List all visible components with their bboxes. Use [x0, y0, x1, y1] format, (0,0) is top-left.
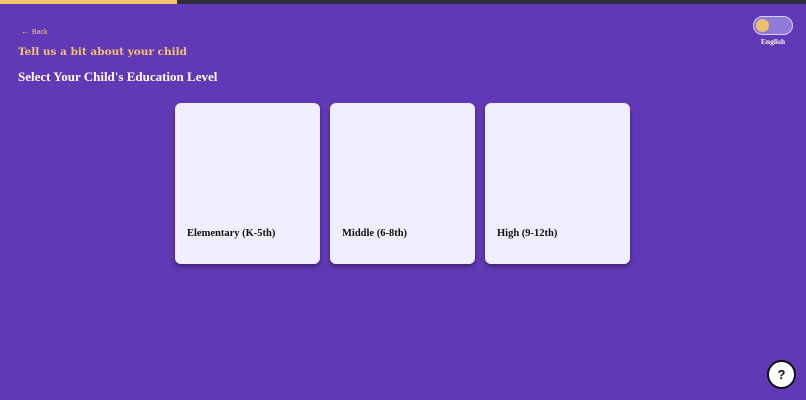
education-level-options: Elementary (K-5th) Middle (6-8th) High (…	[175, 103, 630, 264]
language-toggle[interactable]	[753, 16, 793, 35]
help-icon: ?	[777, 367, 786, 382]
page-subtitle: Tell us a bit about your child	[18, 46, 187, 58]
option-card-middle[interactable]: Middle (6-8th)	[330, 103, 475, 264]
option-card-high[interactable]: High (9-12th)	[485, 103, 630, 264]
progress-bar-fill	[0, 0, 178, 4]
option-label: Middle (6-8th)	[342, 228, 408, 239]
language-toggle-knob	[756, 19, 769, 32]
language-label: English	[760, 37, 786, 46]
back-button[interactable]: ← Back	[21, 28, 48, 36]
option-card-elementary[interactable]: Elementary (K-5th)	[175, 103, 320, 264]
help-button[interactable]: ?	[767, 360, 796, 389]
option-label: High (9-12th)	[497, 228, 558, 239]
back-label: Back	[32, 28, 48, 36]
option-label: Elementary (K-5th)	[187, 228, 276, 239]
progress-bar	[0, 0, 806, 4]
arrow-left-icon: ←	[21, 27, 29, 36]
page-title: Select Your Child's Education Level	[18, 69, 218, 84]
